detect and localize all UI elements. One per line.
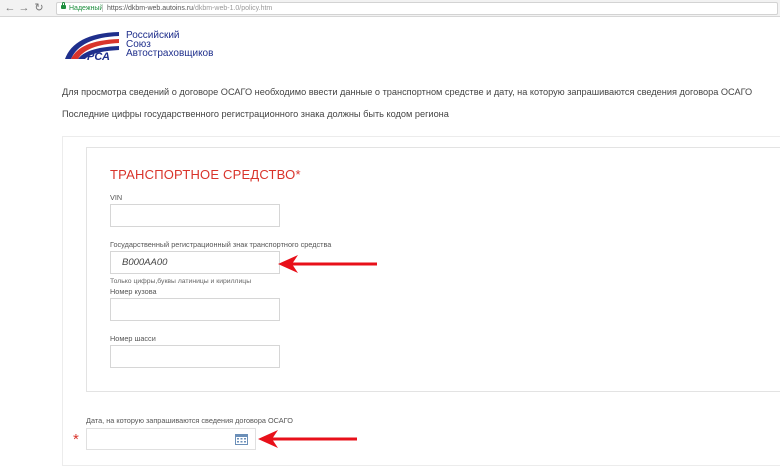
intro-text: Для просмотра сведений о договоре ОСАГО … — [62, 87, 753, 97]
logo-text: Российский Союз Автостраховщиков — [126, 31, 214, 59]
url-text: https://dkbm-web.autoins.ru/dkbm-web-1.0… — [107, 3, 272, 14]
browser-toolbar: ← → ↻ Надежный https://dkbm-web.autoins.… — [0, 0, 780, 17]
body-number-label: Номер кузова — [110, 287, 157, 296]
rsa-logo-icon[interactable]: РСА — [63, 29, 123, 63]
secure-label: Надежный — [69, 5, 104, 12]
required-mark: * — [73, 431, 79, 448]
url-path: /dkbm-web-1.0/policy.htm — [193, 5, 273, 12]
plate-value: В000АА00 — [122, 257, 168, 268]
region-note: Последние цифры государственного регистр… — [62, 109, 449, 119]
address-separator — [102, 5, 103, 12]
date-input[interactable] — [86, 428, 256, 450]
logo-mark-text: РСА — [87, 51, 110, 63]
plate-label: Государственный регистрационный знак тра… — [110, 240, 332, 249]
chassis-number-input[interactable] — [110, 345, 280, 368]
address-bar[interactable]: Надежный https://dkbm-web.autoins.ru/dkb… — [56, 2, 778, 15]
chassis-number-label: Номер шасси — [110, 334, 156, 343]
reload-icon[interactable]: ↻ — [33, 2, 45, 14]
vin-input[interactable] — [110, 204, 280, 227]
logo-line-3: Автостраховщиков — [126, 48, 214, 59]
plate-arrow-annotation — [278, 255, 377, 273]
vehicle-section-title: ТРАНСПОРТНОЕ СРЕДСТВО* — [110, 167, 301, 182]
calendar-icon[interactable] — [235, 433, 248, 445]
date-arrow-annotation — [258, 430, 357, 448]
lock-icon — [61, 2, 66, 9]
forward-arrow-icon[interactable]: → — [18, 2, 30, 14]
plate-input[interactable]: В000АА00 — [110, 251, 280, 274]
back-arrow-icon[interactable]: ← — [4, 2, 16, 14]
plate-hint: Только цифры,буквы латиницы и кириллицы — [110, 278, 252, 285]
vin-label: VIN — [110, 193, 123, 202]
body-number-input[interactable] — [110, 298, 280, 321]
date-label: Дата, на которую запрашиваются сведения … — [86, 416, 293, 425]
url-host: https://dkbm-web.autoins.ru — [107, 5, 193, 12]
